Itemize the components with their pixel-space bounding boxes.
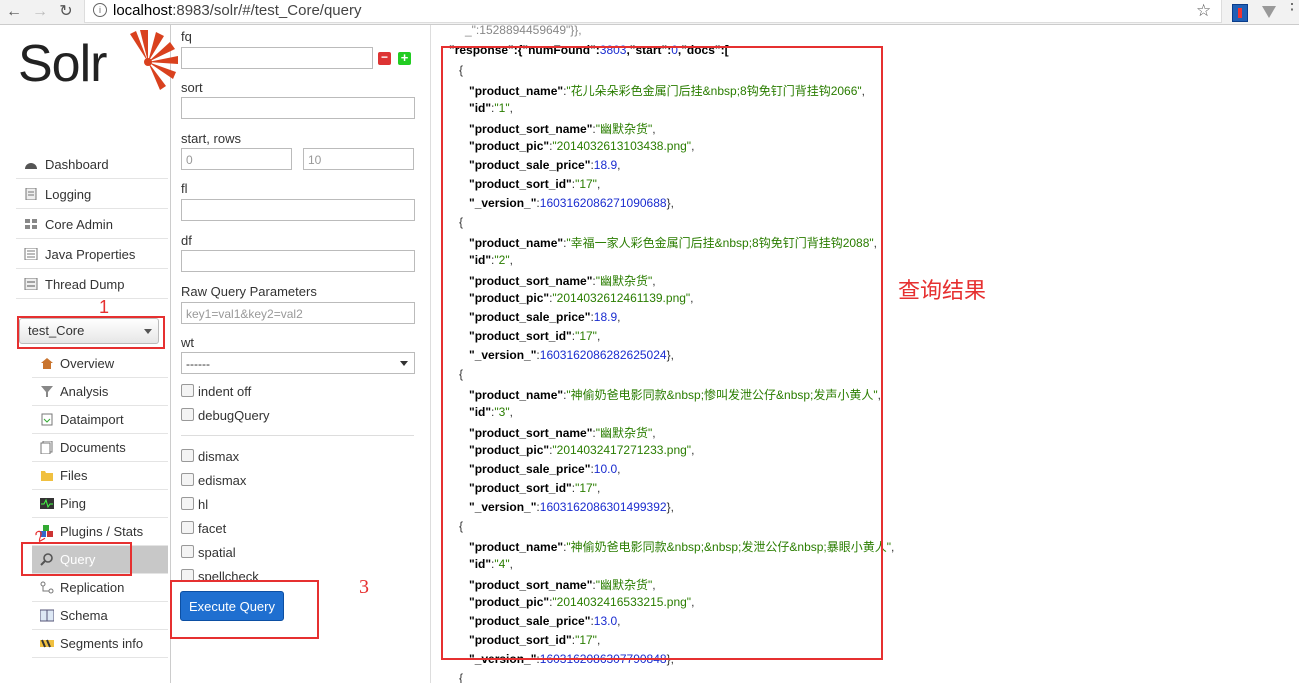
address-bar[interactable]: i localhost:8983/solr/#/test_Core/query xyxy=(84,0,1222,23)
edismax-checkbox[interactable] xyxy=(181,473,194,486)
fq-label: fq xyxy=(181,29,192,44)
dataimport-icon xyxy=(41,413,53,426)
segments-icon xyxy=(40,639,54,648)
back-icon[interactable]: ← xyxy=(4,2,24,22)
documents-icon xyxy=(40,441,53,454)
core-menu-label: Ping xyxy=(60,496,87,511)
facet-checkbox[interactable] xyxy=(181,521,194,534)
core-menu-label: Segments info xyxy=(60,636,144,651)
nav-dashboard[interactable]: Dashboard xyxy=(16,150,168,179)
add-fq-icon[interactable]: + xyxy=(398,51,411,65)
core-menu-label: Dataimport xyxy=(60,412,124,427)
annotation-box-query xyxy=(21,542,132,576)
dismax-label: dismax xyxy=(198,449,240,464)
core-admin-icon xyxy=(25,219,37,229)
dismax-checkbox[interactable] xyxy=(181,449,194,462)
core-menu-files[interactable]: Files xyxy=(32,462,168,490)
bookmark-star-icon[interactable]: ☆ xyxy=(1196,1,1211,21)
indent-checkbox[interactable] xyxy=(181,384,194,397)
replication-icon xyxy=(40,581,54,594)
core-menu-label: Replication xyxy=(60,580,125,595)
indent-label: indent off xyxy=(198,384,252,399)
debug-query-label: debugQuery xyxy=(198,408,270,423)
core-menu-overview[interactable]: Overview xyxy=(32,350,168,378)
facet-label: facet xyxy=(198,521,227,536)
nav-label: Dashboard xyxy=(45,157,109,172)
wt-label: wt xyxy=(181,335,194,350)
df-label: df xyxy=(181,233,192,248)
core-menu-documents[interactable]: Documents xyxy=(32,434,168,462)
start-rows-label: start, rows xyxy=(181,131,241,146)
nav-java-properties[interactable]: Java Properties xyxy=(16,240,168,269)
annotation-box-core xyxy=(17,316,165,349)
info-icon[interactable]: i xyxy=(93,3,107,17)
annotation-result-note: 查询结果 xyxy=(898,278,987,303)
analysis-icon xyxy=(41,386,53,397)
spatial-checkbox[interactable] xyxy=(181,545,194,558)
java-properties-icon xyxy=(24,248,38,260)
fl-label: fl xyxy=(181,181,188,196)
thread-dump-icon xyxy=(24,278,38,290)
core-menu-label: Plugins / Stats xyxy=(60,524,144,539)
form-divider xyxy=(181,435,414,436)
browser-menu-icon[interactable]: ⋮ xyxy=(1284,0,1299,13)
nav-label: Core Admin xyxy=(45,217,113,232)
annotation-box-result xyxy=(441,46,883,660)
remove-fq-icon[interactable]: − xyxy=(378,51,391,65)
nav-label: Thread Dump xyxy=(45,277,125,292)
browser-toolbar: ← → ↻ i localhost:8983/solr/#/test_Core/… xyxy=(0,0,1299,25)
dashboard-icon xyxy=(25,163,37,169)
nav-core-admin[interactable]: Core Admin xyxy=(16,210,168,239)
annotation-number-1: 1 xyxy=(99,297,110,317)
sort-input[interactable] xyxy=(181,97,415,119)
nav-label: Logging xyxy=(45,187,92,202)
wt-select[interactable]: ------ xyxy=(181,352,415,374)
files-icon xyxy=(41,471,53,481)
overview-icon xyxy=(41,358,53,369)
spatial-label: spatial xyxy=(198,545,236,560)
url-text[interactable]: localhost:8983/solr/#/test_Core/query xyxy=(113,2,361,19)
core-menu-segments-info[interactable]: Segments info xyxy=(32,630,168,658)
core-menu-analysis[interactable]: Analysis xyxy=(32,378,168,406)
core-menu-ping[interactable]: Ping xyxy=(32,490,168,518)
schema-icon xyxy=(40,609,54,622)
nav-thread-dump[interactable]: Thread Dump xyxy=(16,270,168,299)
core-menu-label: Overview xyxy=(60,356,115,371)
result-top-line: _":1528894459649"}}, xyxy=(465,25,582,37)
raw-query-input[interactable]: key1=val1&key2=val2 xyxy=(181,302,415,324)
fq-input[interactable] xyxy=(181,47,373,69)
sort-label: sort xyxy=(181,80,203,95)
extension-icon[interactable] xyxy=(1232,4,1248,22)
core-menu-label: Files xyxy=(60,468,88,483)
chevron-down-icon xyxy=(400,361,408,366)
core-menu-label: Analysis xyxy=(60,384,109,399)
start-input[interactable]: 0 xyxy=(181,148,292,170)
hl-label: hl xyxy=(198,497,209,512)
annotation-box-execute xyxy=(170,580,319,639)
ping-icon xyxy=(40,498,54,509)
core-menu-label: Schema xyxy=(60,608,108,623)
annotation-number-3: 3 xyxy=(359,576,369,598)
logging-icon xyxy=(25,188,37,200)
core-menu-label: Documents xyxy=(60,440,126,455)
forward-icon[interactable]: → xyxy=(30,2,50,22)
debug-query-checkbox[interactable] xyxy=(181,408,194,421)
nav-label: Java Properties xyxy=(45,247,136,262)
spellcheck-label: spellcheck xyxy=(198,569,259,580)
core-menu-replication[interactable]: Replication xyxy=(32,574,168,602)
edismax-label: edismax xyxy=(198,473,247,488)
result-doc-open-brace: { xyxy=(459,671,464,683)
nav-logging[interactable]: Logging xyxy=(16,180,168,209)
wt-select-value: ------ xyxy=(186,357,210,371)
df-input[interactable] xyxy=(181,250,415,272)
rows-input[interactable]: 10 xyxy=(303,148,414,170)
fl-input[interactable] xyxy=(181,199,415,221)
reload-icon[interactable]: ↻ xyxy=(56,2,76,22)
core-menu-schema[interactable]: Schema xyxy=(32,602,168,630)
hl-checkbox[interactable] xyxy=(181,497,194,510)
raw-query-label: Raw Query Parameters xyxy=(181,284,317,299)
logo-text: Solr xyxy=(18,35,107,93)
extension-triangle-icon[interactable] xyxy=(1262,6,1276,18)
core-menu-dataimport[interactable]: Dataimport xyxy=(32,406,168,434)
